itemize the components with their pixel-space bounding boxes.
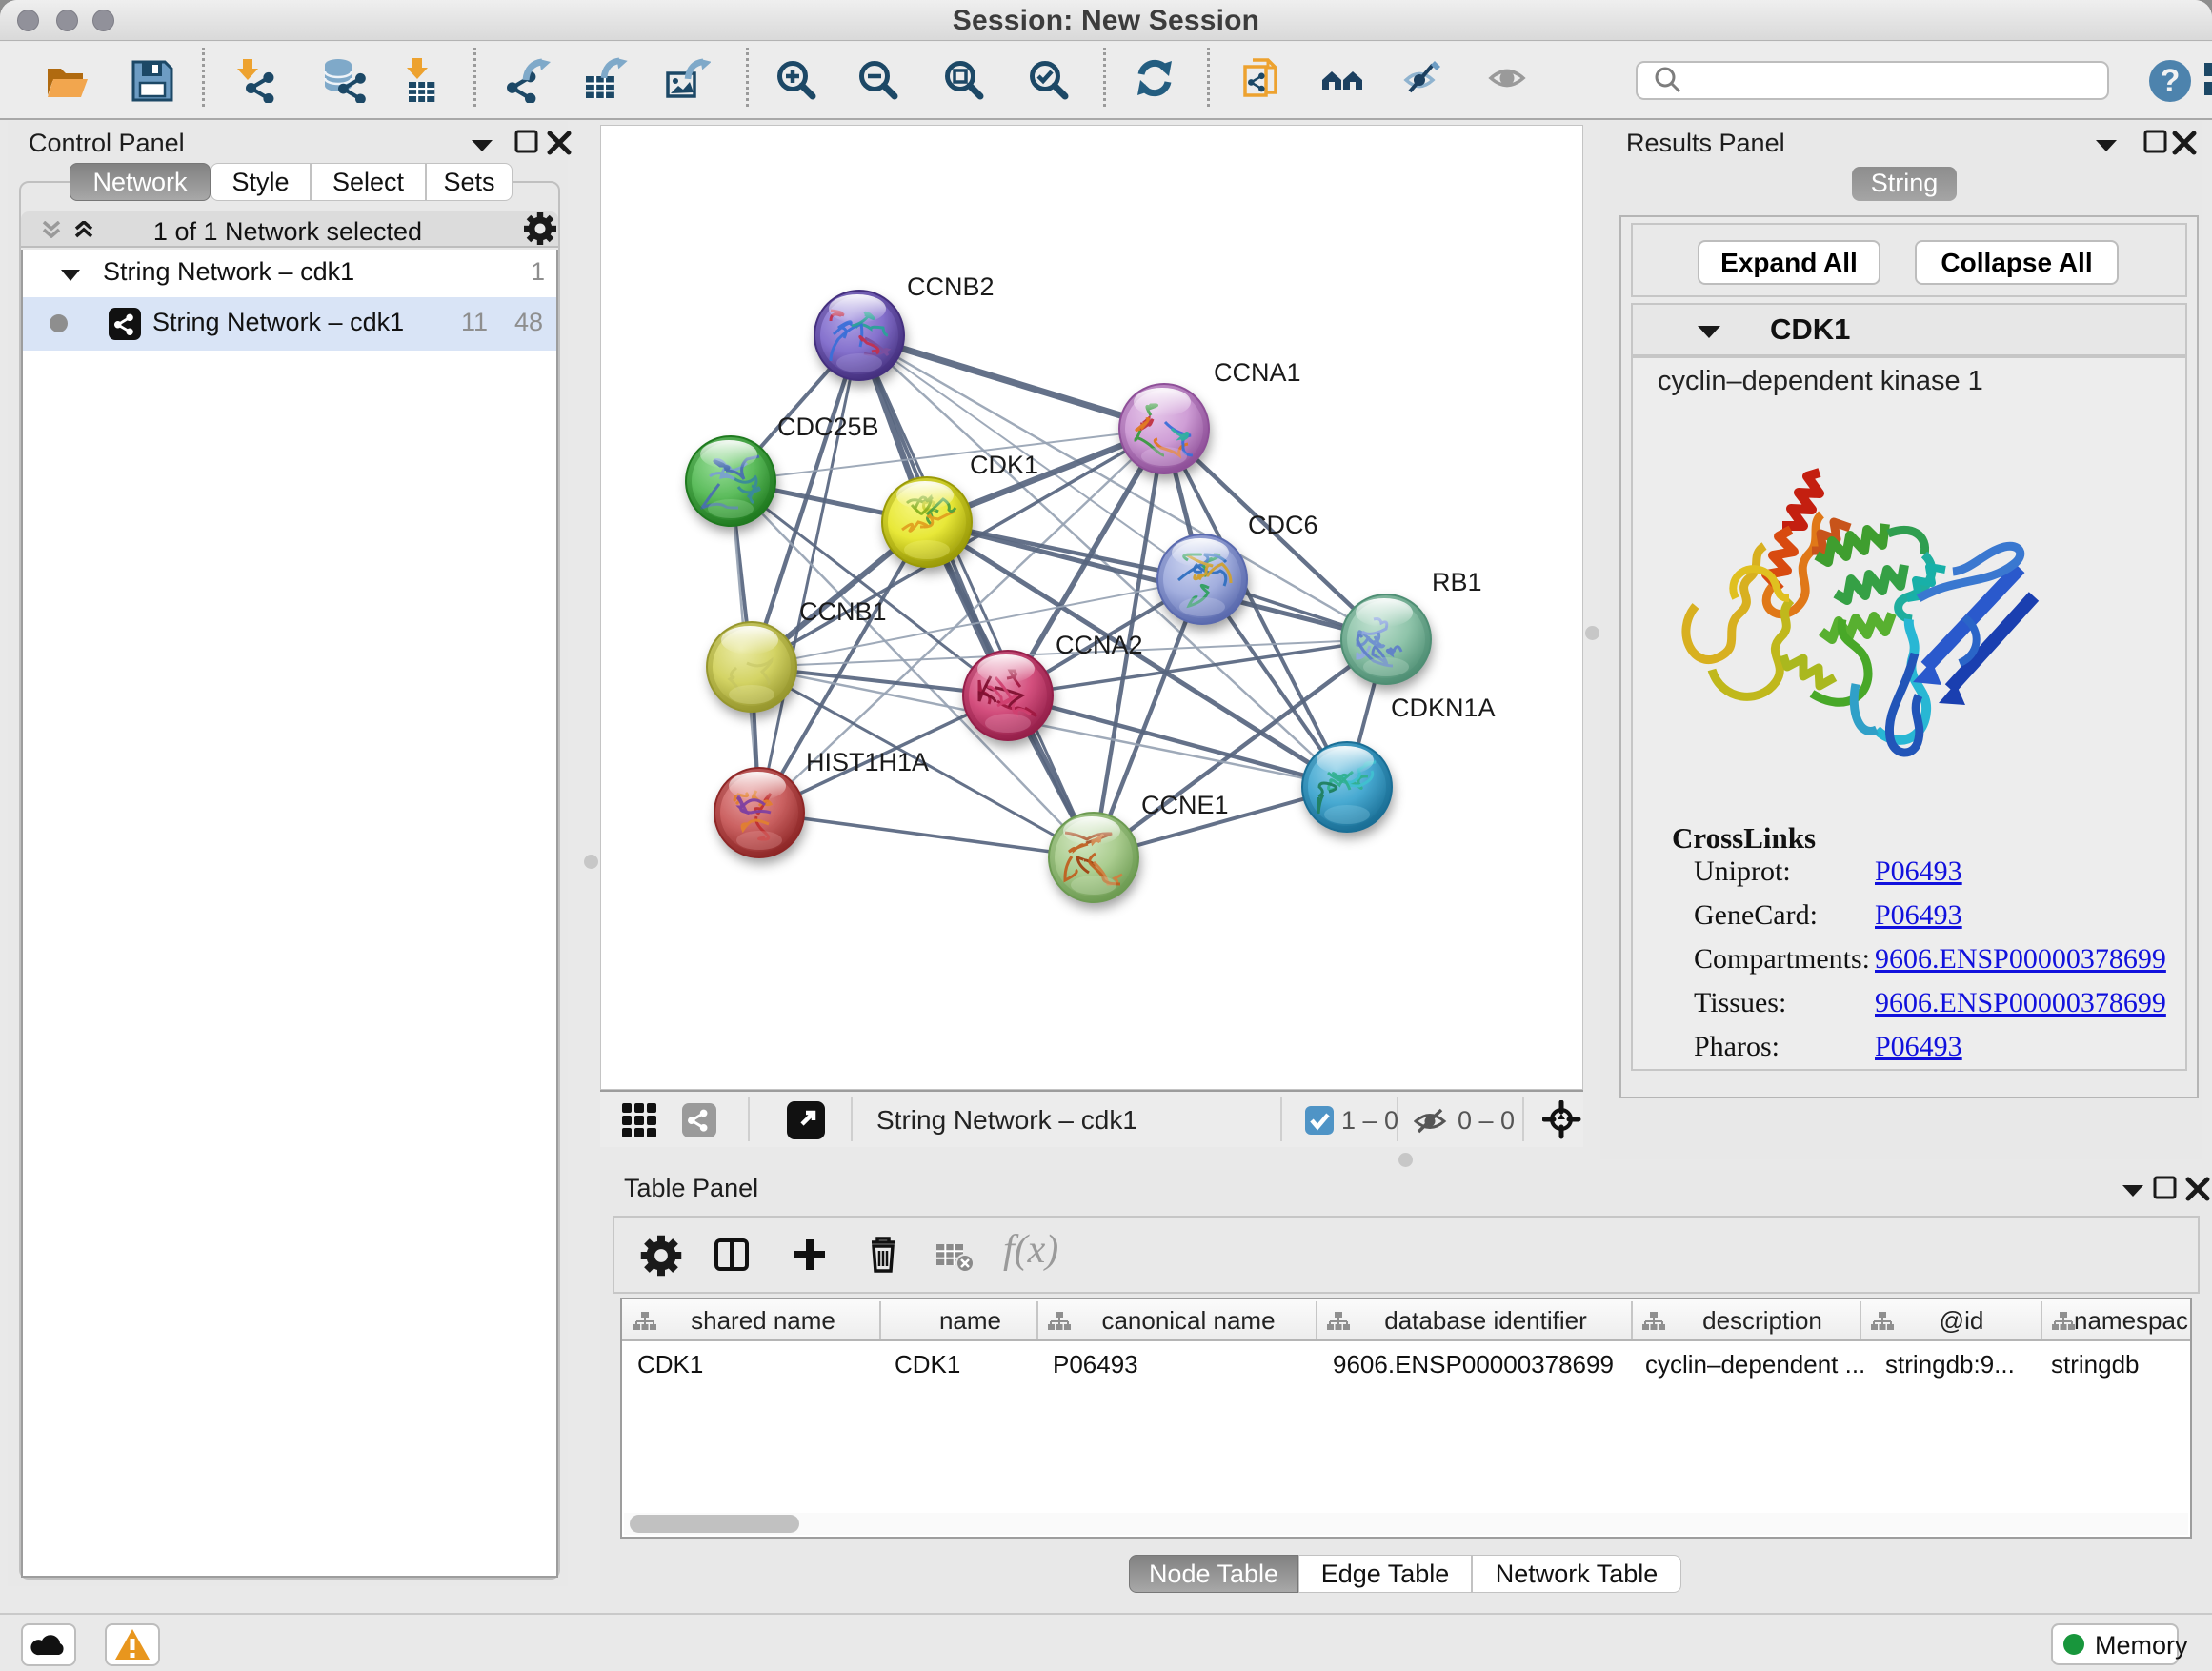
svg-text:CDC6: CDC6 xyxy=(1248,511,1318,539)
svg-text:CDKN1A: CDKN1A xyxy=(1391,694,1496,722)
svg-text:HIST1H1A: HIST1H1A xyxy=(806,748,929,776)
svg-text:CCNB1: CCNB1 xyxy=(799,597,887,626)
svg-text:CCNB2: CCNB2 xyxy=(907,272,995,301)
svg-text:RB1: RB1 xyxy=(1432,568,1482,596)
svg-text:?: ? xyxy=(2161,63,2181,99)
svg-text:CCNA1: CCNA1 xyxy=(1214,358,1301,387)
svg-text:CDK1: CDK1 xyxy=(970,451,1038,479)
svg-text:CCNA2: CCNA2 xyxy=(1056,631,1143,659)
svg-text:CCNE1: CCNE1 xyxy=(1141,791,1229,819)
svg-text:CDC25B: CDC25B xyxy=(777,413,879,441)
